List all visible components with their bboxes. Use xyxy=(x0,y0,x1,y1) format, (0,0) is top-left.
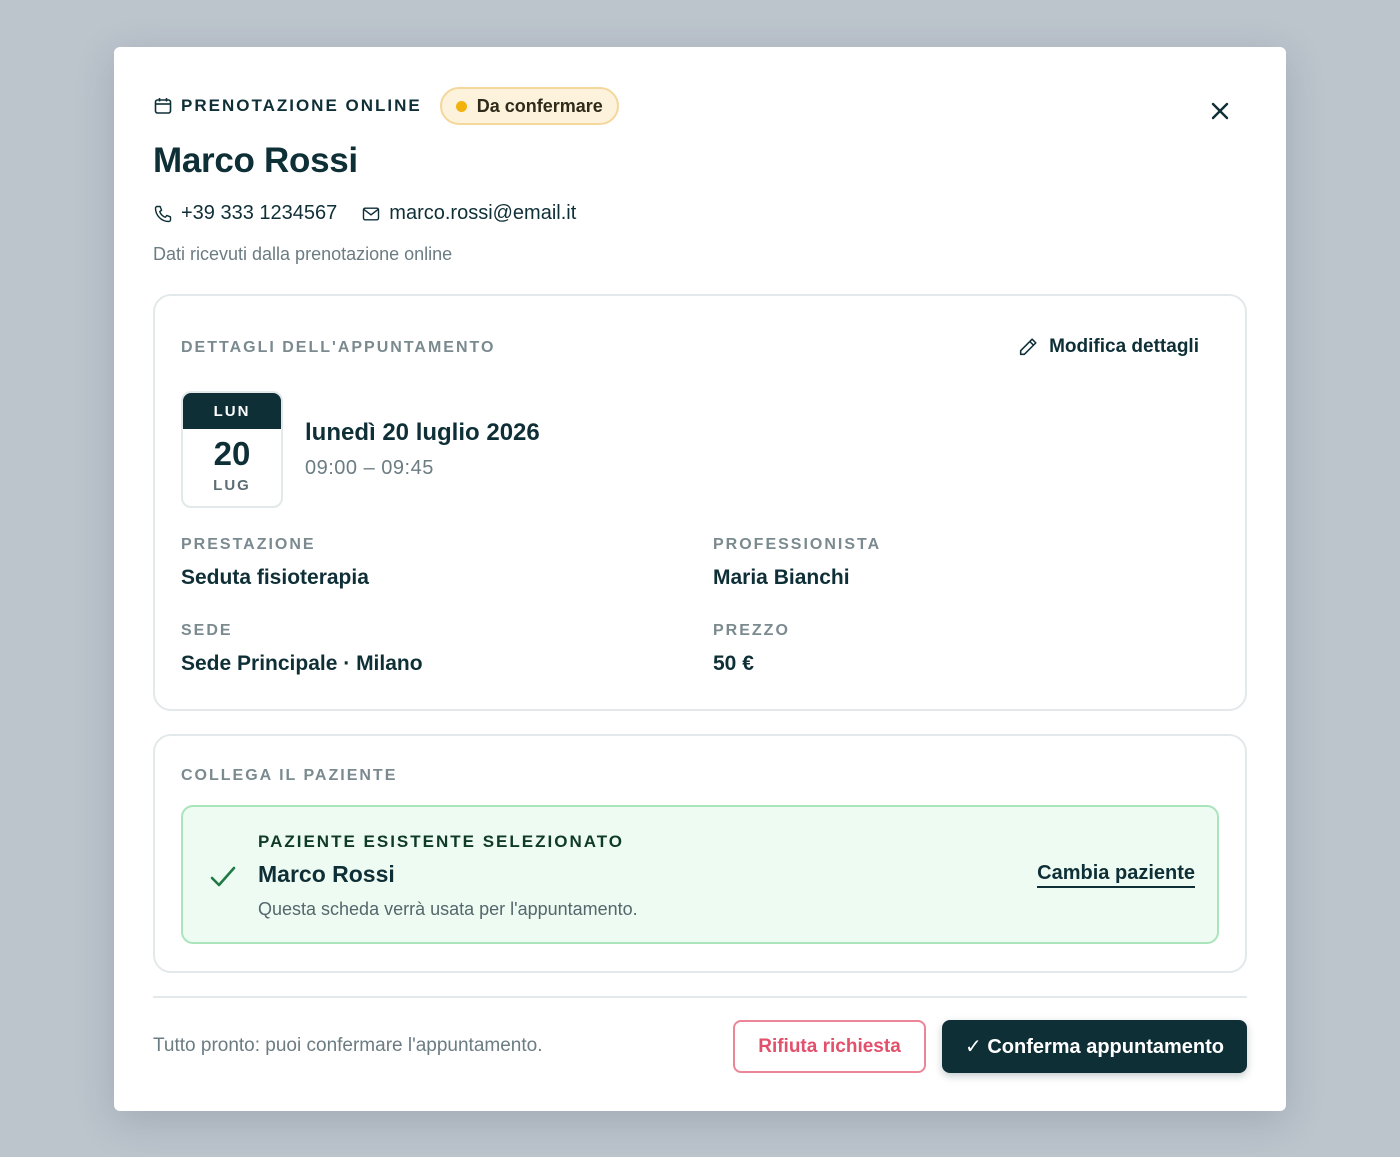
confirm-appointment-button[interactable]: ✓ Conferma appuntamento xyxy=(942,1020,1247,1073)
email-contact[interactable]: marco.rossi@email.it xyxy=(361,202,576,225)
booking-modal: PRENOTAZIONE ONLINE Da confermare Marco … xyxy=(114,47,1286,1111)
footer-status-note: Tutto pronto: puoi confermare l'appuntam… xyxy=(153,1035,543,1056)
appointment-time: 09:00 – 09:45 xyxy=(305,457,434,479)
professional-label: PROFESSIONISTA xyxy=(713,536,882,553)
appointment-date: lunedì 20 luglio 2026 xyxy=(305,419,540,446)
status-badge: Da confermare xyxy=(439,87,619,125)
patient-name-title: Marco Rossi xyxy=(153,141,358,180)
booking-type-label: PRENOTAZIONE ONLINE xyxy=(181,96,422,115)
date-month: LUG xyxy=(213,477,251,494)
check-icon xyxy=(210,866,236,887)
appointment-details-card: DETTAGLI DELL'APPUNTAMENTO Modifica dett… xyxy=(153,294,1247,711)
phone-contact[interactable]: +39 333 1234567 xyxy=(153,202,337,225)
selected-patient-box: PAZIENTE ESISTENTE SELEZIONATO Marco Ros… xyxy=(181,805,1219,944)
edit-details-button[interactable]: Modifica dettagli xyxy=(1017,336,1199,358)
edit-details-label: Modifica dettagli xyxy=(1049,336,1199,357)
details-section-title: DETTAGLI DELL'APPUNTAMENTO xyxy=(181,339,496,356)
location-label: SEDE xyxy=(181,622,233,639)
mail-icon xyxy=(363,206,380,221)
link-patient-section-title: COLLEGA IL PAZIENTE xyxy=(181,767,398,784)
modal-header: PRENOTAZIONE ONLINE Da confermare xyxy=(154,87,619,125)
email-address: marco.rossi@email.it xyxy=(389,202,577,224)
date-weekday: LUN xyxy=(183,393,281,429)
selected-patient-kicker: PAZIENTE ESISTENTE SELEZIONATO xyxy=(258,832,625,851)
status-badge-label: Da confermare xyxy=(476,95,603,116)
phone-icon xyxy=(154,205,172,222)
location-value: Sede Principale · Milano xyxy=(181,652,423,675)
service-value: Seduta fisioterapia xyxy=(181,566,369,589)
service-label: PRESTAZIONE xyxy=(181,536,316,553)
source-note: Dati ricevuti dalla prenotazione online xyxy=(153,244,453,264)
contact-info: +39 333 1234567 marco.rossi@email.it xyxy=(153,202,600,225)
date-tile: LUN 20 LUG xyxy=(181,391,283,508)
selected-patient-name: Marco Rossi xyxy=(258,861,395,887)
link-patient-card: COLLEGA IL PAZIENTE PAZIENTE ESISTENTE S… xyxy=(153,734,1247,973)
price-label: PREZZO xyxy=(713,622,790,639)
close-icon[interactable] xyxy=(1208,99,1232,123)
change-patient-link[interactable]: Cambia paziente xyxy=(1037,862,1195,888)
price-value: 50 € xyxy=(713,652,754,675)
calendar-icon xyxy=(154,97,172,115)
professional-value: Maria Bianchi xyxy=(713,566,850,589)
footer-divider xyxy=(153,996,1247,998)
selected-patient-note: Questa scheda verrà usata per l'appuntam… xyxy=(258,899,638,919)
pencil-icon xyxy=(1019,338,1037,356)
phone-number: +39 333 1234567 xyxy=(181,202,338,224)
reject-request-button[interactable]: Rifiuta richiesta xyxy=(733,1020,926,1073)
status-dot xyxy=(455,100,467,112)
date-day: 20 xyxy=(213,435,251,472)
